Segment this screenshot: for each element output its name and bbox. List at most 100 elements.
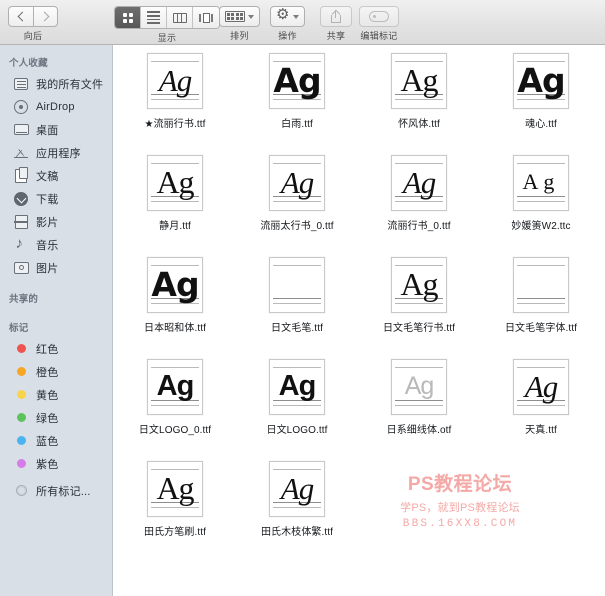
font-preview-text: Ag [400,266,438,302]
share-button[interactable] [320,6,352,27]
font-preview-thumbnail: Ag [269,155,325,211]
sidebar-item-documents[interactable]: 文稿 [0,164,112,187]
music-icon [12,235,30,252]
sidebar-item-pictures[interactable]: 图片 [0,256,112,279]
sidebar-item-label: 音乐 [36,239,59,252]
desktop-icon [12,122,30,137]
file-item[interactable]: Ag 静月.ttf [114,155,236,232]
action-group: 操作 [270,6,305,42]
arrange-group: 排列 [219,6,260,42]
sidebar[interactable]: 个人收藏 我的所有文件 AirDrop 桌面 应用程序 文稿 下载 影片 ♪ 音… [0,45,113,596]
sidebar-tag-purple[interactable]: 紫色 [0,452,112,475]
font-preview-thumbnail: Ag [147,461,203,517]
file-name: 流丽行书_0.ttf [387,221,451,232]
gallery-view-button[interactable] [193,7,219,28]
file-item[interactable]: Ag 流丽太行书_0.ttf [236,155,358,232]
font-preview-text: Ag [404,371,435,400]
file-item[interactable]: Ag 天真.ttf [480,359,602,436]
font-preview-thumbnail [513,257,569,313]
file-item[interactable]: 日文毛笔字体.ttf [480,257,602,334]
file-name: 流丽太行书_0.ttf [260,221,334,232]
font-preview-thumbnail: Ag [391,359,447,415]
arrange-grid-icon [225,10,245,23]
font-preview-thumbnail: Ag [391,155,447,211]
file-item[interactable]: Ag 白雨.ttf [236,53,358,130]
sidebar-item-applications[interactable]: 应用程序 [0,141,112,164]
columns-icon [172,12,187,23]
font-preview-text: Ag [280,470,314,506]
column-view-button[interactable] [167,7,193,28]
sidebar-item-label: 绿色 [36,412,59,425]
file-item[interactable]: Ag 魂心.ttf [480,53,602,130]
action-button[interactable] [270,6,305,27]
file-item[interactable]: Ag 日文LOGO.ttf [236,359,358,436]
arrange-button[interactable] [219,6,260,27]
font-preview-text: Ag [280,164,314,200]
file-item[interactable]: Ag 日文LOGO_0.ttf [114,359,236,436]
font-preview-thumbnail: Ag [391,53,447,109]
sidebar-tag-red[interactable]: 红色 [0,337,112,360]
font-preview-thumbnail: Ag [269,461,325,517]
sidebar-item-label: 我的所有文件 [36,78,104,91]
forward-button[interactable] [33,6,58,27]
sidebar-item-music[interactable]: 音乐 [0,233,112,256]
file-item[interactable]: Ag ★流丽行书.ttf [114,53,236,130]
file-grid-area[interactable]: Ag ★流丽行书.ttf Ag 白雨.ttf Ag 怀风体.ttf Ag 魂心.… [114,45,605,596]
file-name: 静月.ttf [159,221,191,232]
sidebar-tag-yellow[interactable]: 黄色 [0,383,112,406]
chevron-left-icon [17,11,27,22]
sidebar-tag-blue[interactable]: 蓝色 [0,429,112,452]
file-item[interactable]: Ag 妙媛箦W2.ttc [480,155,602,232]
arrange-label: 排列 [230,31,249,41]
sidebar-item-label: 下载 [36,193,59,206]
sidebar-item-desktop[interactable]: 桌面 [0,118,112,141]
edit-tags-button[interactable] [359,6,399,27]
sidebar-item-all-files[interactable]: 我的所有文件 [0,72,112,95]
sidebar-item-airdrop[interactable]: AirDrop [0,95,112,118]
file-item[interactable]: Ag 日本昭和体.ttf [114,257,236,334]
file-item[interactable]: 日文毛笔.ttf [236,257,358,334]
file-name: 怀风体.ttf [398,119,440,130]
sidebar-item-label: 影片 [36,216,59,229]
finder-toolbar: 向后 显示 排列 ⚙ 操作 共享 编辑标记 [0,0,605,45]
all-tags-icon [12,483,30,498]
list-icon [147,11,160,24]
sidebar-item-downloads[interactable]: 下载 [0,187,112,210]
font-preview-text: Ag [273,60,321,100]
back-button[interactable] [8,6,33,27]
file-name: 日文LOGO.ttf [266,425,328,436]
icon-view-button[interactable] [115,7,141,28]
file-name: 田氏木枝体繁.ttf [260,527,334,538]
font-preview-thumbnail: Ag [147,53,203,109]
tag-dot-icon [12,456,30,471]
file-item[interactable]: Ag 田氏木枝体繁.ttf [236,461,358,538]
sidebar-item-label: 应用程序 [36,147,81,160]
sidebar-item-movies[interactable]: 影片 [0,210,112,233]
font-preview-thumbnail: Ag [513,359,569,415]
file-name: 日文毛笔.ttf [271,323,323,334]
action-label: 操作 [278,31,297,41]
file-item[interactable]: Ag 日文毛笔行书.ttf [358,257,480,334]
file-item[interactable]: Ag 田氏方笔刷.ttf [114,461,236,538]
font-preview-thumbnail [269,257,325,313]
font-preview-text: Ag [156,470,194,506]
font-preview-thumbnail: Ag [147,257,203,313]
tag-dot-icon [12,410,30,425]
file-name: 魂心.ttf [525,119,557,130]
sidebar-tag-orange[interactable]: 橙色 [0,360,112,383]
file-item[interactable]: Ag 怀风体.ttf [358,53,480,130]
font-preview-text: Ag [156,369,195,402]
nav-label: 向后 [23,31,43,41]
sidebar-item-label: 紫色 [36,458,59,471]
font-preview-text: Ag [156,164,194,200]
font-preview-text: Ag [522,169,560,194]
sidebar-tag-green[interactable]: 绿色 [0,406,112,429]
file-name: 白雨.ttf [281,119,313,130]
sidebar-item-label: 所有标记... [36,485,91,498]
file-item[interactable]: Ag 日系细线体.otf [358,359,480,436]
view-mode-segmented-control[interactable] [114,6,220,29]
file-item[interactable]: Ag 流丽行书_0.ttf [358,155,480,232]
list-view-button[interactable] [141,7,167,28]
sidebar-all-tags[interactable]: 所有标记... [0,479,112,502]
font-preview-thumbnail: Ag [513,53,569,109]
